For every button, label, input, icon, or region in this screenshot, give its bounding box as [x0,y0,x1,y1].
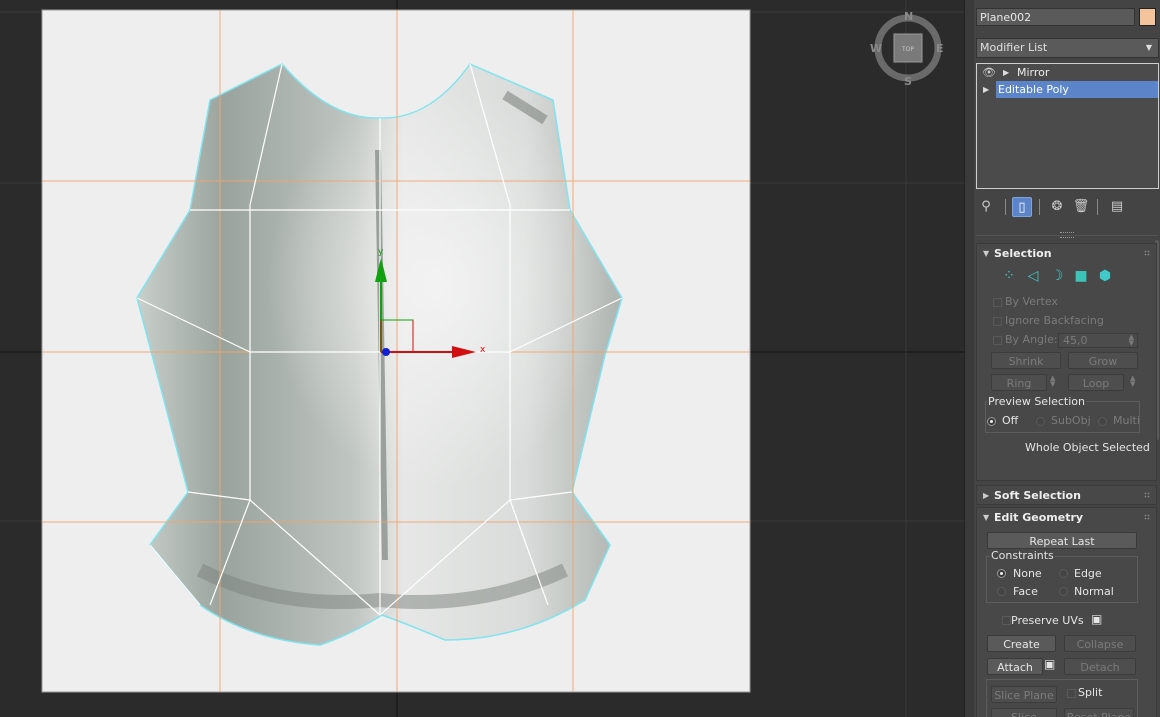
soft-selection-rollout-header[interactable]: ▶ Soft Selection [977,486,1156,506]
grip-icon[interactable] [1144,514,1150,520]
loop-spinner-icon[interactable]: ▲ ▼ [1130,375,1135,388]
collapse-button[interactable]: Collapse [1064,635,1136,652]
attach-settings-icon[interactable]: ▣ [1044,657,1055,671]
stack-item-editable-poly[interactable]: ▶ Editable Poly [983,81,1158,98]
soft-selection-rollout: ▶ Soft Selection [976,485,1157,505]
preview-selection-title: Preview Selection [987,395,1087,408]
reset-plane-button[interactable]: Reset Plane [1064,708,1134,717]
border-icon[interactable]: ☽ [1049,268,1065,284]
element-icon[interactable]: ⬢ [1097,268,1113,284]
split-label: Split [1078,686,1103,699]
constraint-none-radio[interactable] [997,569,1006,578]
constraint-face-label: Face [1013,585,1038,598]
angle-spinner[interactable]: 45,0 ▲ ▼ [1058,333,1138,348]
selection-status-text: Whole Object Selected [1025,441,1150,454]
ignore-backfacing-checkbox[interactable] [993,317,1002,326]
configure-modifier-sets-icon[interactable]: ▤ [1107,197,1127,217]
show-end-result-icon[interactable]: ▯ [1012,197,1032,217]
preview-subobj-radio[interactable] [1036,417,1045,426]
viewcube-top-label: TOP [901,46,914,53]
by-angle-checkbox[interactable] [993,336,1002,345]
constraint-normal-label: Normal [1074,585,1114,598]
modifier-stack-toolbar: ⚲ ▯ ❂ 🗑 ▤ [974,195,1160,219]
selection-rollout: ▼ Selection ⁘ ◁ ☽ ■ ⬢ By Vertex Ignore B… [976,243,1157,481]
constraint-face-radio[interactable] [997,587,1006,596]
ring-spinner-icon[interactable]: ▲ ▼ [1050,375,1055,388]
constraints-title: Constraints [990,549,1055,562]
constraint-normal-radio[interactable] [1059,587,1068,596]
constraint-edge-label: Edge [1074,567,1102,580]
viewport-canvas[interactable]: x y TOP N S E W [0,0,964,717]
constraint-edge-radio[interactable] [1059,569,1068,578]
grip-icon[interactable] [1144,492,1150,498]
angle-value: 45,0 [1063,334,1088,347]
grip-icon[interactable] [1144,250,1150,256]
gizmo-y-label: y [378,247,384,257]
selection-rollout-header[interactable]: ▼ Selection [977,244,1156,264]
repeat-last-button[interactable]: Repeat Last [987,532,1137,549]
gizmo-x-label: x [480,345,486,355]
edit-geometry-rollout: ▼ Edit Geometry Repeat Last Constraints … [976,507,1157,717]
by-vertex-checkbox[interactable] [993,298,1002,307]
chevron-down-icon: ▼ [1145,43,1152,52]
edge-icon[interactable]: ◁ [1025,268,1041,284]
stack-item-label: Mirror [1017,66,1050,79]
preview-multi-radio[interactable] [1098,417,1107,426]
preserve-uvs-label: Preserve UVs [1011,614,1084,627]
expand-triangle-icon: ▶ [983,491,990,500]
spinner-arrows-icon[interactable]: ▲ ▼ [1129,334,1134,347]
edit-geometry-rollout-header[interactable]: ▼ Edit Geometry [977,508,1156,528]
grow-button[interactable]: Grow [1068,352,1138,369]
settings-window-icon[interactable]: ▣ [1091,612,1102,626]
preserve-uvs-checkbox[interactable] [1002,616,1011,625]
by-vertex-label: By Vertex [1005,295,1058,308]
preview-subobj-label: SubObj [1051,414,1091,427]
slice-plane-button[interactable]: Slice Plane [991,686,1057,703]
preview-off-label: Off [1002,414,1019,427]
ring-button[interactable]: Ring [991,374,1047,391]
expand-triangle-icon[interactable]: ▶ [1003,64,1009,81]
attach-button[interactable]: Attach [987,658,1043,675]
rollout-title: Selection [994,247,1052,260]
eye-icon[interactable]: 👁 [982,64,996,81]
viewcube-compass[interactable]: TOP N S E W [870,10,944,88]
split-checkbox[interactable] [1067,689,1076,698]
modifier-stack[interactable]: 👁 ▶ Mirror ▶ Editable Poly [976,63,1159,189]
stack-item-mirror[interactable]: 👁 ▶ Mirror [977,64,1158,81]
object-color-swatch[interactable] [1139,8,1156,26]
by-angle-label: By Angle: [1005,333,1058,346]
compass-west: W [870,42,882,55]
polygon-icon[interactable]: ■ [1073,268,1089,284]
perspective-viewport[interactable]: x y TOP N S E W [0,0,964,717]
ignore-backfacing-label: Ignore Backfacing [1005,314,1104,327]
modifier-list-label: Modifier List [980,41,1048,54]
compass-east: E [936,42,944,55]
rollout-title: Edit Geometry [994,511,1084,524]
command-panel: Plane002 Modifier List ▼ 👁 ▶ Mirror ▶ Ed… [974,0,1160,717]
stack-item-label: Editable Poly [998,83,1069,96]
remove-modifier-icon[interactable]: 🗑 [1071,197,1091,217]
shrink-button[interactable]: Shrink [991,352,1061,369]
modifier-list-dropdown[interactable]: Modifier List ▼ [976,38,1159,58]
slice-button[interactable]: Slice [991,708,1057,717]
compass-north: N [904,10,913,23]
preview-off-radio[interactable] [987,417,996,426]
compass-south: S [904,75,912,88]
collapse-triangle-icon: ▼ [983,513,990,522]
create-button[interactable]: Create [987,635,1056,652]
expand-triangle-icon[interactable]: ▶ [983,81,989,98]
rollout-title: Soft Selection [994,489,1081,502]
loop-button[interactable]: Loop [1068,374,1124,391]
pin-stack-icon[interactable]: ⚲ [976,197,996,217]
object-name-field[interactable]: Plane002 [976,8,1135,26]
collapse-triangle-icon: ▼ [983,249,990,258]
constraint-none-label: None [1013,567,1042,580]
vertex-icon[interactable]: ⁘ [1001,268,1017,284]
make-unique-icon[interactable]: ❂ [1047,197,1067,217]
preview-multi-label: Multi [1113,414,1140,427]
detach-button[interactable]: Detach [1064,658,1136,675]
panel-splitter[interactable] [974,230,1160,240]
